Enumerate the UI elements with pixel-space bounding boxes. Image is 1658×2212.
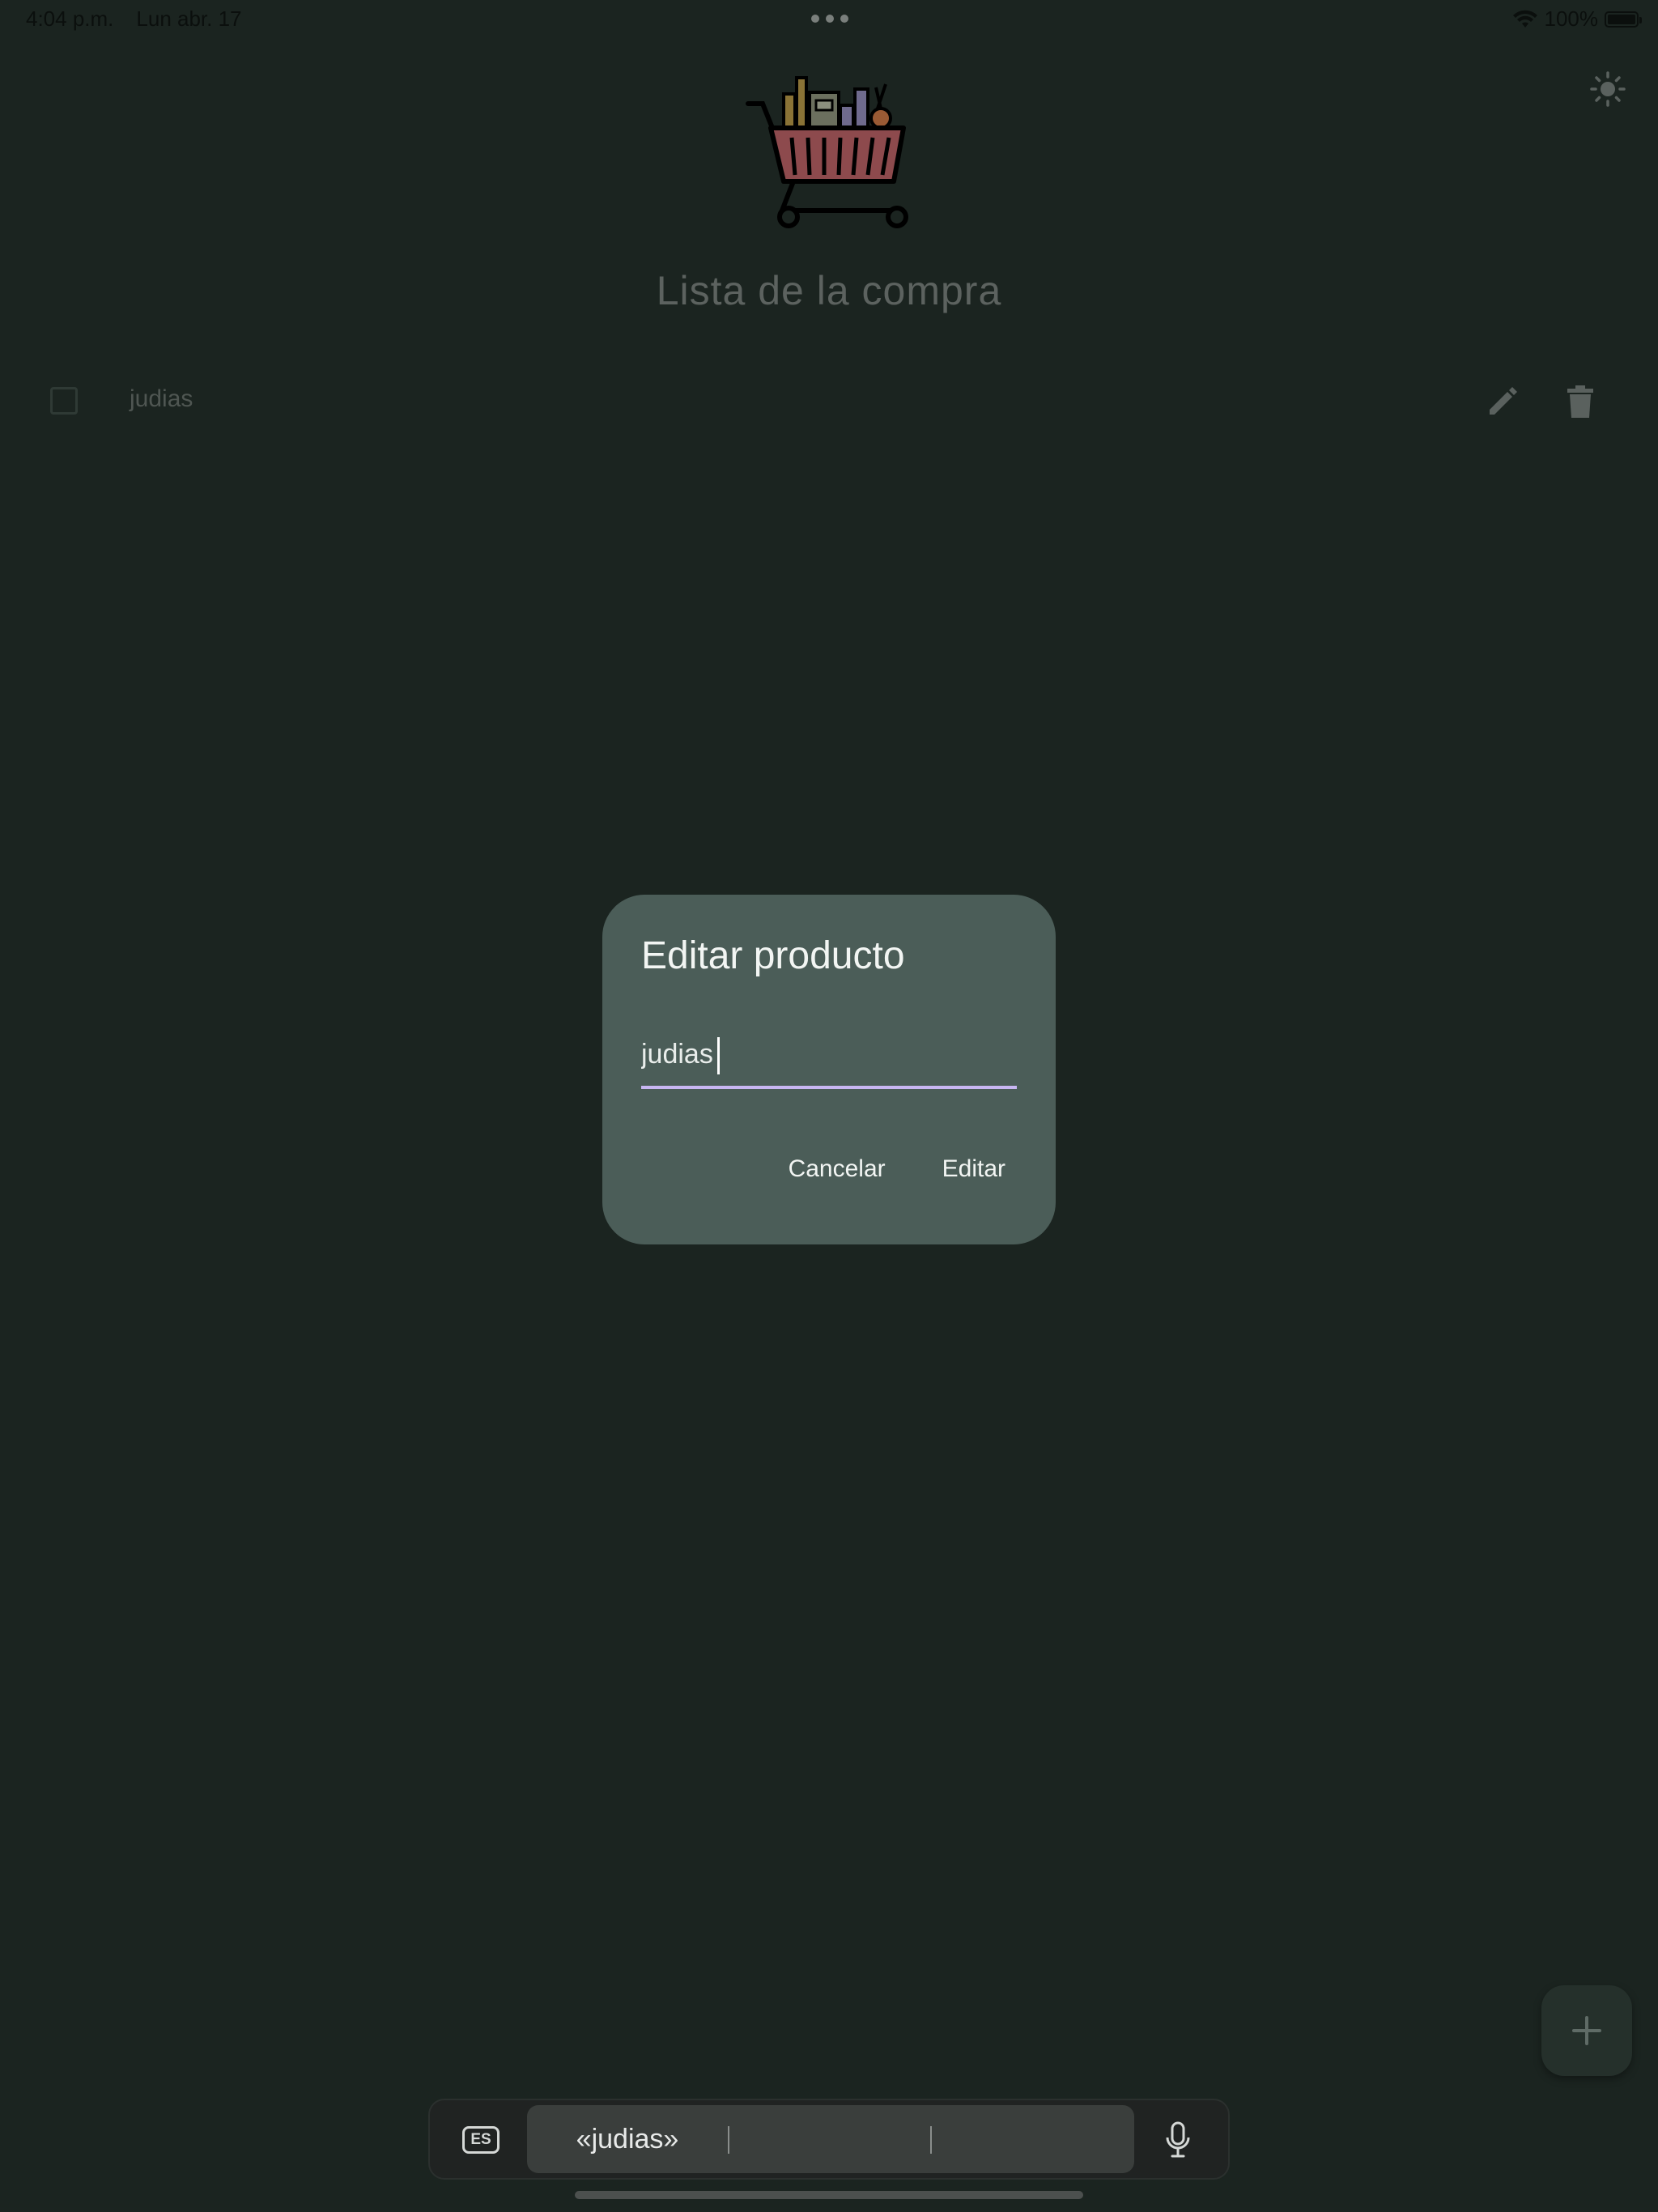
product-input-field[interactable]: [641, 1029, 1017, 1089]
battery-percent: 100%: [1544, 6, 1599, 31]
status-date: Lun abr. 17: [136, 6, 242, 31]
suggestion-item[interactable]: «judias»: [527, 2105, 728, 2173]
confirm-edit-button[interactable]: Editar: [931, 1146, 1017, 1193]
shopping-cart-icon: [746, 76, 908, 228]
sun-icon: [1590, 71, 1626, 107]
dialog-title: Editar producto: [641, 934, 905, 977]
add-item-button[interactable]: [1541, 1985, 1632, 2076]
item-checkbox[interactable]: [50, 387, 78, 415]
delete-item-button[interactable]: [1564, 384, 1596, 419]
list-item: judias: [0, 372, 1658, 431]
dictation-button[interactable]: [1163, 2121, 1192, 2159]
cancel-button[interactable]: Cancelar: [777, 1146, 897, 1193]
pencil-icon: [1490, 387, 1517, 415]
dot: [840, 15, 848, 23]
status-time: 4:04 p.m.: [26, 6, 114, 31]
plus-icon: [1572, 2016, 1601, 2045]
language-switch-button[interactable]: ES: [462, 2126, 500, 2154]
page-title: Lista de la compra: [656, 268, 1002, 313]
multitasking-dots[interactable]: [811, 15, 848, 23]
product-name-input[interactable]: [641, 1029, 1017, 1079]
edit-item-button[interactable]: [1485, 384, 1520, 419]
status-left: 4:04 p.m. Lun abr. 17: [26, 6, 242, 32]
wifi-icon: [1512, 10, 1537, 28]
text-caret: [717, 1037, 720, 1074]
dot: [826, 15, 834, 23]
battery-icon: [1605, 11, 1642, 28]
suggestion-bar: «judias»: [527, 2105, 1134, 2173]
dot: [811, 15, 819, 23]
status-bar: 4:04 p.m. Lun abr. 17 100%: [0, 0, 1658, 39]
shopping-cart-logo: [743, 70, 913, 235]
dialog-actions: Cancelar Editar: [777, 1146, 1017, 1193]
suggestion-item[interactable]: [729, 2105, 930, 2173]
suggestion-item[interactable]: [932, 2105, 1134, 2173]
item-label: judias: [130, 385, 193, 412]
home-indicator[interactable]: [575, 2191, 1083, 2199]
trash-icon: [1567, 385, 1593, 418]
microphone-icon: [1166, 2121, 1190, 2158]
status-right: 100%: [1512, 6, 1642, 32]
keyboard-shortcut-bar: ES «judias»: [428, 2099, 1230, 2180]
edit-product-dialog: Editar producto Cancelar Editar: [602, 895, 1056, 1244]
theme-toggle-button[interactable]: [1588, 70, 1627, 108]
